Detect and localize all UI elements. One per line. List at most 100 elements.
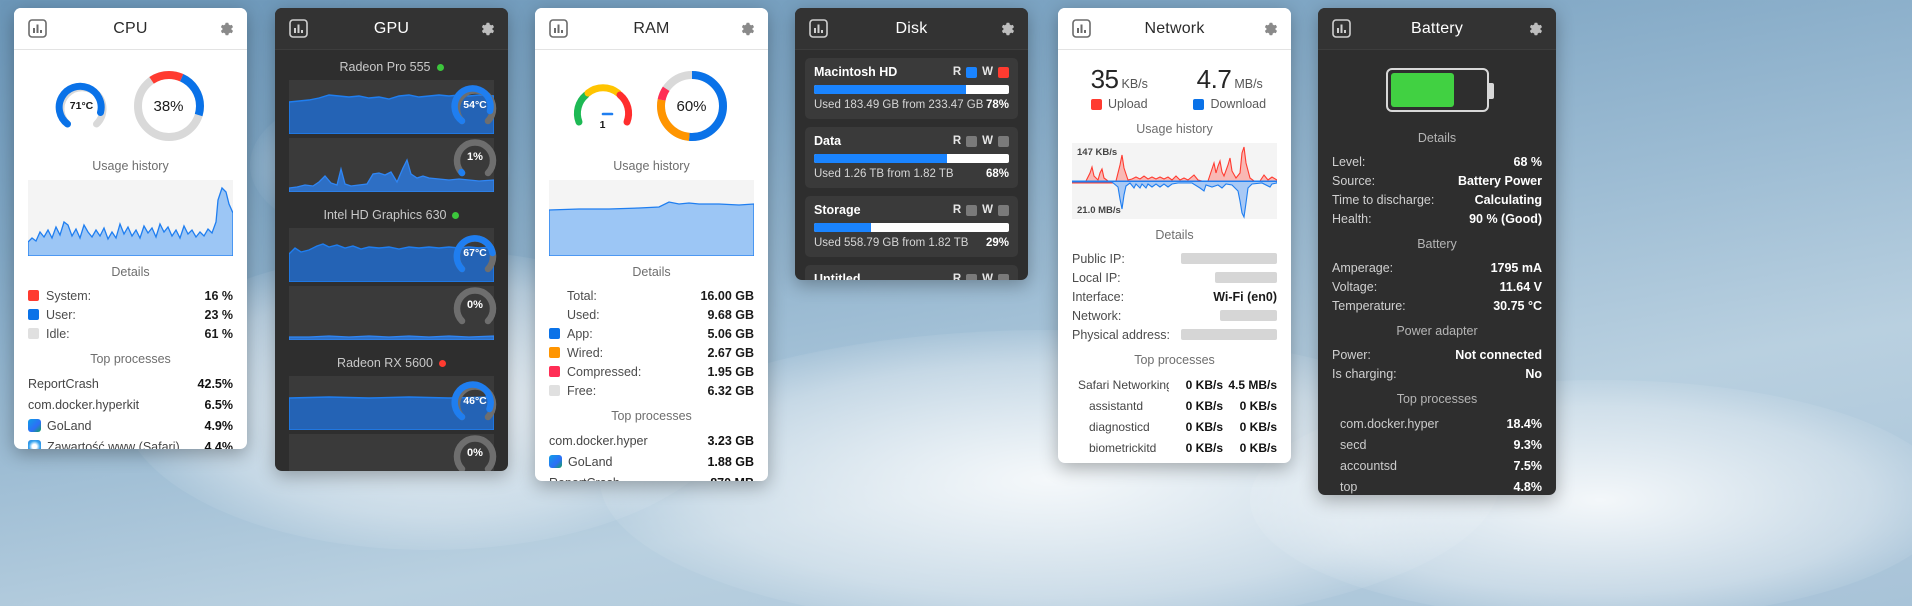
- ram-gauges: 1 60%: [535, 50, 768, 150]
- list-item[interactable]: diagnosticd 0 KB/s 0 KB/s: [1058, 416, 1291, 437]
- page-title: GPU: [373, 19, 410, 37]
- volume-name: Data: [814, 134, 842, 148]
- status-dot: [438, 360, 446, 368]
- detail-row: Network:: [1058, 306, 1291, 325]
- gpu-titlebar: GPU: [275, 8, 508, 50]
- detail-row: App: 5.06 GB: [535, 324, 768, 343]
- list-item[interactable]: GoLand 4.9%: [14, 415, 247, 436]
- process-upload: 0 KB/s: [1185, 440, 1223, 455]
- list-item[interactable]: Safari Networking 0 KB/s 4.5 MB/s: [1058, 374, 1291, 395]
- process-name: ReportCrash: [28, 376, 99, 391]
- gpu-name-text: Radeon RX 5600: [337, 356, 433, 370]
- list-item[interactable]: secd 9.3%: [1318, 434, 1556, 455]
- detail-row: Temperature: 30.75 °C: [1318, 296, 1556, 315]
- battery-stats-list: Amperage: 1795 mA Voltage: 11.64 V Tempera…: [1318, 258, 1556, 315]
- list-item[interactable]: assistantd 0 KB/s 0 KB/s: [1058, 395, 1291, 416]
- gpu-utilization-value: 0%: [467, 299, 483, 311]
- gpu-temperature-value: 54°C: [463, 99, 487, 111]
- volume-percent: 68%: [985, 168, 1009, 180]
- list-item[interactable]: com.docker.hyper 3.23 GB: [535, 430, 768, 451]
- volume-name: Storage: [814, 203, 861, 217]
- download-swatch: [1193, 98, 1205, 110]
- chart-icon[interactable]: [549, 19, 568, 38]
- detail-label: User:: [46, 307, 76, 322]
- download-speed: 4.7 MB/s Download: [1175, 64, 1286, 111]
- battery-indicator: [1318, 50, 1556, 122]
- list-item[interactable]: ReportCrash870 MB: [535, 472, 768, 482]
- battery-section-label: Battery: [1417, 237, 1457, 251]
- chart-icon[interactable]: [1332, 19, 1351, 38]
- detail-label: Physical address:: [1072, 327, 1170, 342]
- cpu-details-list: System: 16 % User: 23 % Idle: 61 %: [14, 286, 247, 343]
- volume-usage-bar: [814, 154, 1009, 163]
- disk-panel: Disk Macintosh HD R W Used 183.49 GB from…: [795, 8, 1028, 280]
- gpu-card-charts: 67°C 0%: [289, 228, 497, 340]
- chart-icon[interactable]: [28, 19, 47, 38]
- disk-volume[interactable]: Data R W Used 1.26 TB from 1.82 TB 68%: [805, 127, 1018, 188]
- cpu-usage-value: 38%: [153, 97, 184, 115]
- detail-row: Health: 90 % (Good): [1318, 209, 1556, 228]
- disk-volume[interactable]: Untitled RW Used 111.76 GB from 128.00 G…: [805, 265, 1018, 280]
- power-adapter-list: Power: Not connected Is charging: No: [1318, 345, 1556, 383]
- list-item[interactable]: biometrickitd 0 KB/s 0 KB/s: [1058, 437, 1291, 458]
- gpu-name-text: Intel HD Graphics 630: [323, 208, 447, 222]
- page-title: CPU: [113, 19, 148, 37]
- upload-value: 35: [1090, 64, 1119, 94]
- gear-icon[interactable]: [217, 20, 235, 38]
- process-upload: 0 KB/s: [1185, 398, 1223, 413]
- gear-icon[interactable]: [998, 20, 1016, 38]
- ram-history-label: Usage history: [613, 159, 690, 173]
- gpu-card-name: Radeon RX 5600: [275, 346, 508, 376]
- list-item[interactable]: ReportCrash 42.5%: [14, 373, 247, 394]
- gear-icon[interactable]: [478, 20, 496, 38]
- detail-value: Wi-Fi (en0): [1213, 289, 1277, 304]
- list-item[interactable]: Zawartość www (Safari) 4.4%: [14, 436, 247, 449]
- detail-value: 5.06 GB: [707, 326, 754, 341]
- detail-row: Local IP:: [1058, 268, 1291, 287]
- chart-icon[interactable]: [1072, 19, 1091, 38]
- disk-titlebar: Disk: [795, 8, 1028, 50]
- list-item[interactable]: top 4.8%: [1318, 476, 1556, 495]
- network-process-list: Safari Networking 0 KB/s 4.5 MB/s assist…: [1058, 374, 1291, 464]
- legend-swatch: [28, 290, 39, 301]
- detail-row: Physical address:: [1058, 325, 1291, 344]
- chart-icon[interactable]: [289, 19, 308, 38]
- gear-icon[interactable]: [1526, 20, 1544, 38]
- disk-volume[interactable]: Storage R W Used 558.79 GB from 1.82 TB 29…: [805, 196, 1018, 257]
- process-name: diagnosticd: [1089, 419, 1150, 434]
- detail-row: Voltage: 11.64 V: [1318, 277, 1556, 296]
- page-title: RAM: [633, 19, 670, 37]
- detail-label: Network:: [1072, 308, 1122, 323]
- ram-pressure-value: 1: [599, 119, 606, 131]
- detail-value: 30.75 °C: [1493, 298, 1542, 313]
- cpu-details-label: Details: [111, 265, 150, 279]
- disk-volume[interactable]: Macintosh HD R W Used 183.49 GB from 233.…: [805, 58, 1018, 119]
- detail-row: Interface: Wi-Fi (en0): [1058, 287, 1291, 306]
- volume-used-text: Used 558.79 GB from 1.82 TB: [814, 237, 969, 249]
- list-item[interactable]: GoLand 1.88 GB: [535, 451, 768, 472]
- process-name: com.apple.Safar: [1089, 462, 1169, 464]
- list-item[interactable]: com.docker.hyperkit 6.5%: [14, 394, 247, 415]
- list-item[interactable]: com.apple.Safar 0 KB/s 0 KB/s: [1058, 458, 1291, 464]
- process-name: accountsd: [1340, 458, 1397, 473]
- detail-value: 16 %: [204, 288, 234, 303]
- process-name: Zawartość www (Safari): [47, 439, 180, 450]
- detail-row: Amperage: 1795 mA: [1318, 258, 1556, 277]
- gear-icon[interactable]: [738, 20, 756, 38]
- list-item[interactable]: accountsd 7.5%: [1318, 455, 1556, 476]
- volume-name: Untitled: [814, 272, 861, 280]
- detail-value: 9.68 GB: [707, 307, 754, 322]
- gpu-utilization-badge: 0%: [450, 428, 500, 471]
- gear-icon[interactable]: [1261, 20, 1279, 38]
- detail-row: Time to discharge: Calculating: [1318, 190, 1556, 209]
- status-dot: [452, 212, 460, 220]
- gpu-temperature-badge: 67°C: [450, 228, 500, 278]
- detail-value: 61 %: [204, 326, 234, 341]
- battery-details-list: Level: 68 % Source: Battery Power Time to …: [1318, 152, 1556, 228]
- detail-row: Public IP:: [1058, 249, 1291, 268]
- list-item[interactable]: com.docker.hyper 18.4%: [1318, 413, 1556, 434]
- network-history-label: Usage history: [1136, 122, 1213, 136]
- read-indicator: [966, 66, 978, 78]
- chart-icon[interactable]: [809, 19, 828, 38]
- detail-row: Level: 68 %: [1318, 152, 1556, 171]
